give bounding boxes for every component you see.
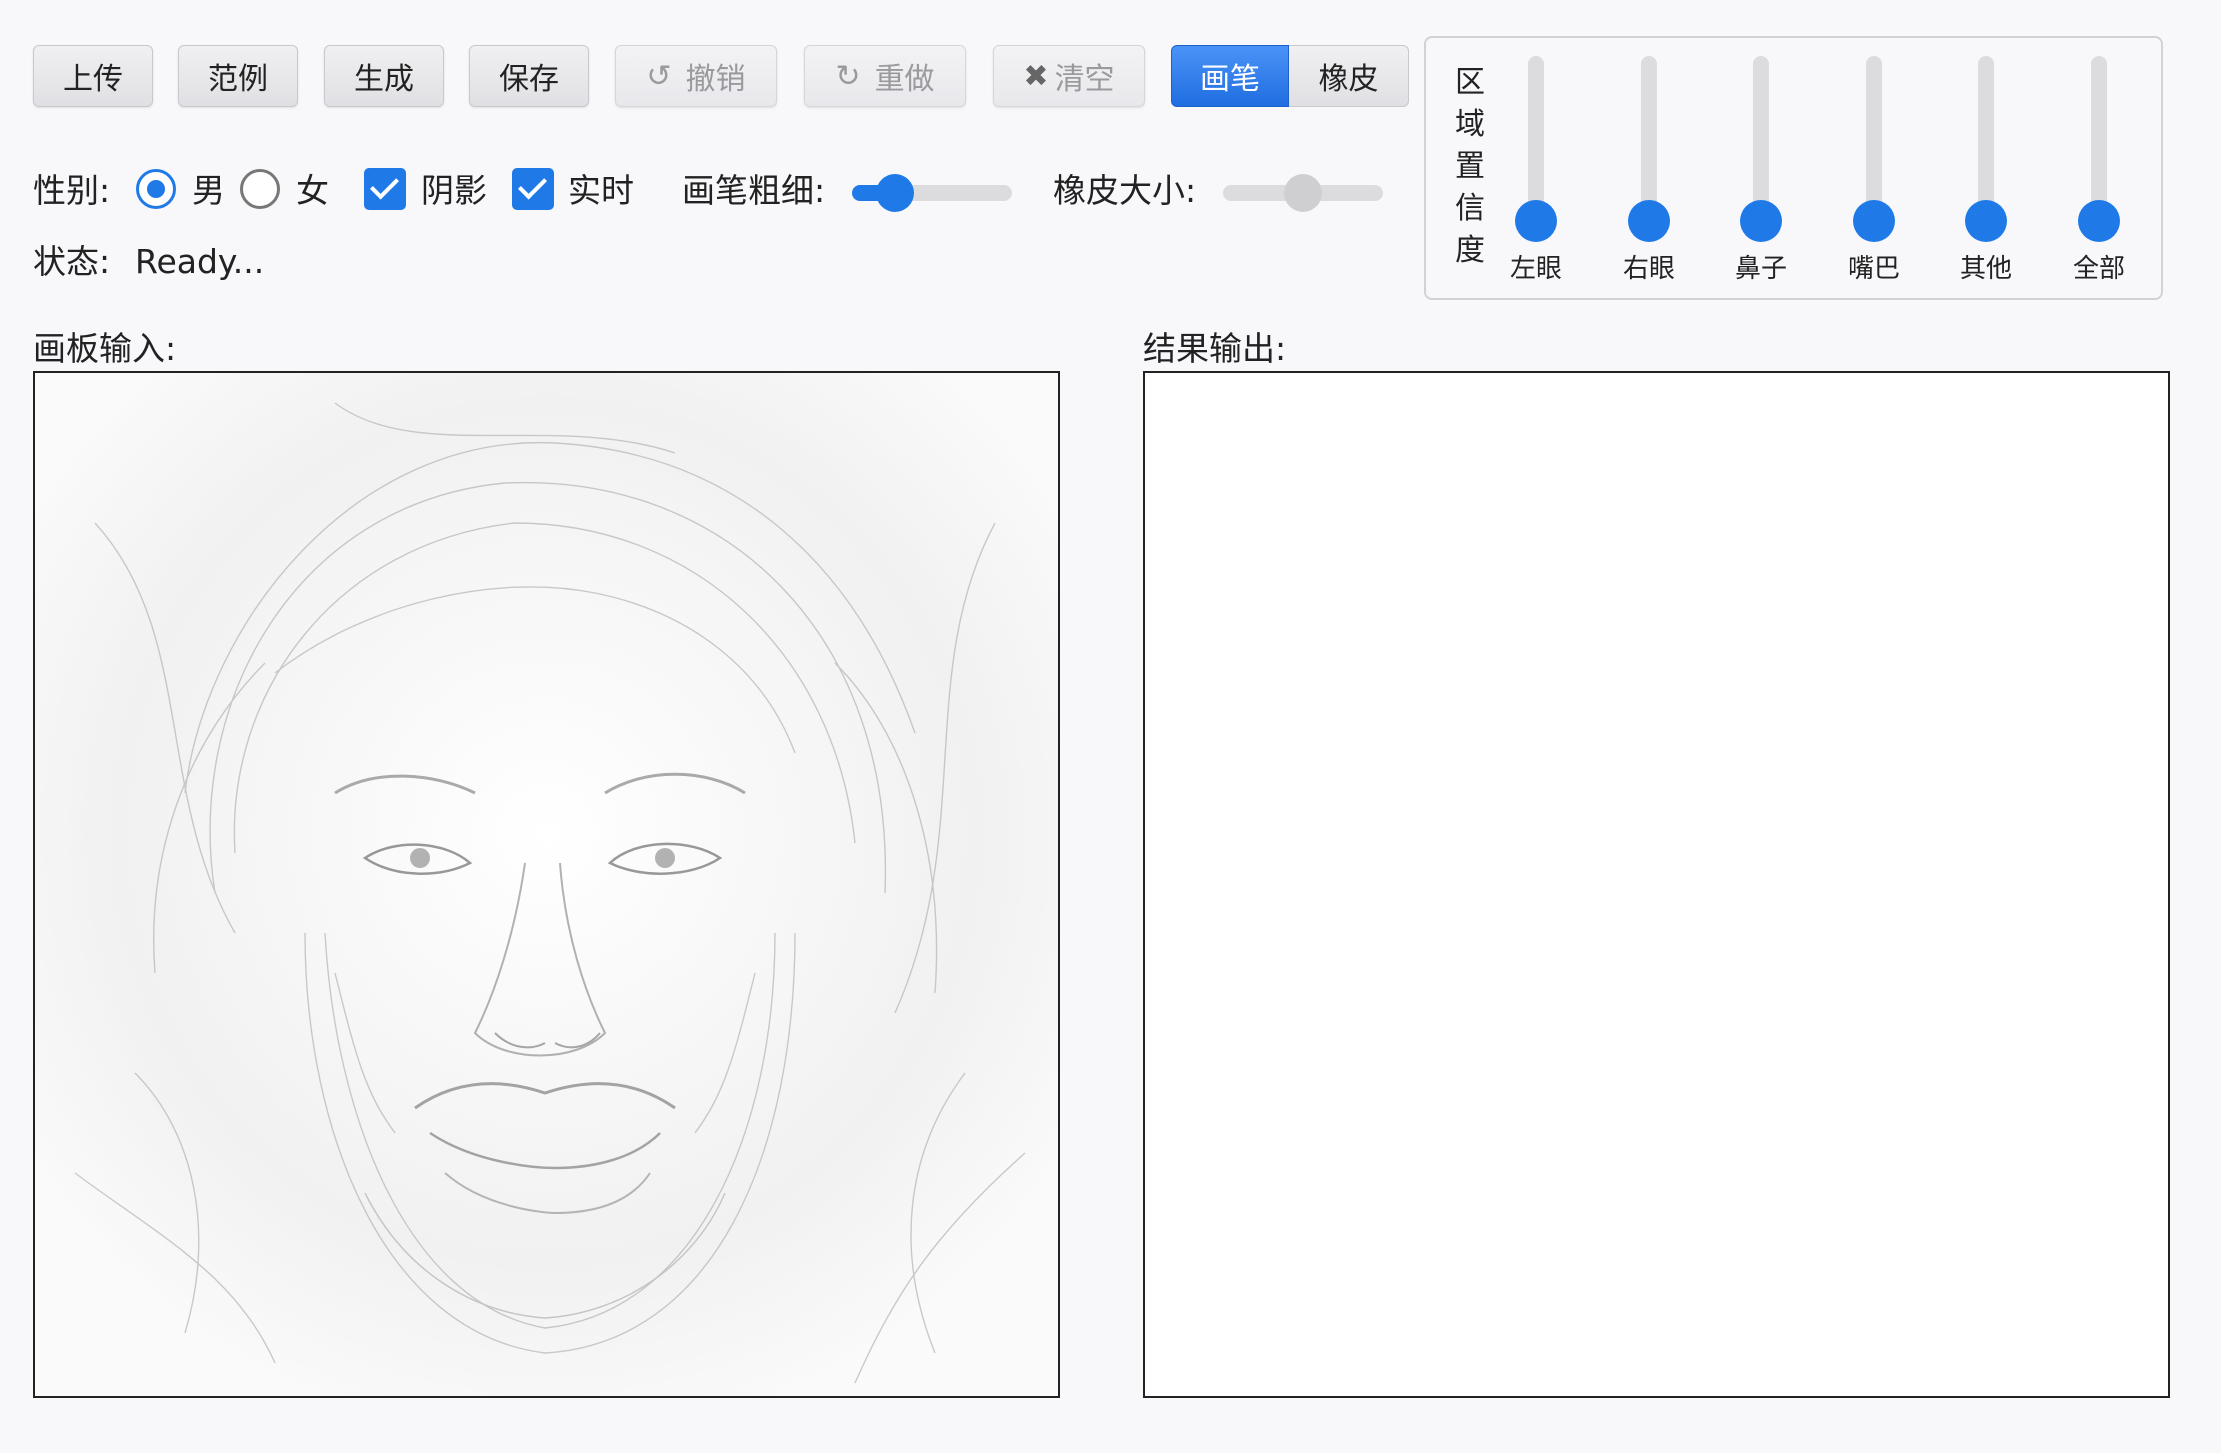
undo-icon: ↺ [646,58,672,94]
gender-male-label: 男 [192,171,225,210]
region-confidence-title-char: 区 [1455,65,1485,100]
output-panel-label: 结果输出: [1143,329,1287,368]
status-text: Ready... [135,242,265,281]
eraser-size-slider[interactable] [1223,174,1383,212]
status-label: 状态: [33,242,111,281]
realtime-label: 实时 [568,171,634,210]
examples-label: 范例 [208,62,268,97]
brush-label: 画笔 [1200,62,1260,97]
gender-female-label: 女 [296,171,329,210]
brush-size-slider[interactable] [852,174,1012,212]
confidence-slider-handle[interactable] [1965,200,2007,242]
eraser-size-handle[interactable] [1284,174,1322,212]
input-panel-label: 画板输入: [33,329,177,368]
confidence-slider-handle[interactable] [1853,200,1895,242]
region-confidence-title: 区域置信度 [1452,62,1488,272]
confidence-slider-label: 其他 [1959,254,2012,284]
realtime-checkbox[interactable] [512,168,554,210]
shadow-label: 阴影 [421,171,487,210]
confidence-slider-handle[interactable] [1515,200,1557,242]
confidence-slider-handle[interactable] [1628,200,1670,242]
confidence-slider-label: 嘴巴 [1847,254,1900,284]
redo-label: 重做 [874,62,935,97]
generate-label: 生成 [354,62,414,97]
confidence-slider-label: 左眼 [1509,254,1562,284]
region-confidence-title-char: 度 [1455,233,1485,268]
eraser-tool-button[interactable]: 橡皮 [1289,45,1409,107]
confidence-slider-label: 全部 [2072,254,2125,284]
brush-tool-button[interactable]: 画笔 [1171,45,1289,107]
confidence-slider-label: 鼻子 [1734,254,1787,284]
brush-size-label: 画笔粗细: [682,171,826,210]
region-confidence-title-char: 信 [1455,191,1485,226]
clear-button[interactable]: ✖ 清空 [993,45,1145,107]
confidence-slider-handle[interactable] [1740,200,1782,242]
confidence-slider-label: 右眼 [1622,254,1675,284]
result-canvas [1143,371,2170,1398]
undo-button[interactable]: ↺ 撤销 [615,45,777,107]
clear-label: 清空 [1054,62,1115,97]
close-icon: ✖ [1023,58,1049,94]
generate-button[interactable]: 生成 [324,45,444,107]
brush-size-handle[interactable] [876,174,915,212]
gender-female-radio[interactable] [240,169,280,209]
drawing-canvas[interactable] [33,371,1060,1398]
face-sketch [35,373,1058,1396]
redo-icon: ↻ [835,58,861,94]
examples-button[interactable]: 范例 [178,45,298,107]
undo-label: 撤销 [685,62,746,97]
region-confidence-title-char: 置 [1455,149,1485,184]
gender-label: 性别: [33,171,111,210]
upload-button[interactable]: 上传 [33,45,153,107]
gender-male-radio[interactable] [136,169,176,209]
confidence-slider-handle[interactable] [2078,200,2120,242]
shadow-checkbox[interactable] [364,168,406,210]
redo-button[interactable]: ↻ 重做 [804,45,966,107]
upload-label: 上传 [63,62,123,97]
save-button[interactable]: 保存 [469,45,589,107]
region-confidence-title-char: 域 [1455,107,1485,142]
eraser-size-label: 橡皮大小: [1053,171,1197,210]
eraser-label: 橡皮 [1318,62,1379,97]
save-label: 保存 [499,62,559,97]
